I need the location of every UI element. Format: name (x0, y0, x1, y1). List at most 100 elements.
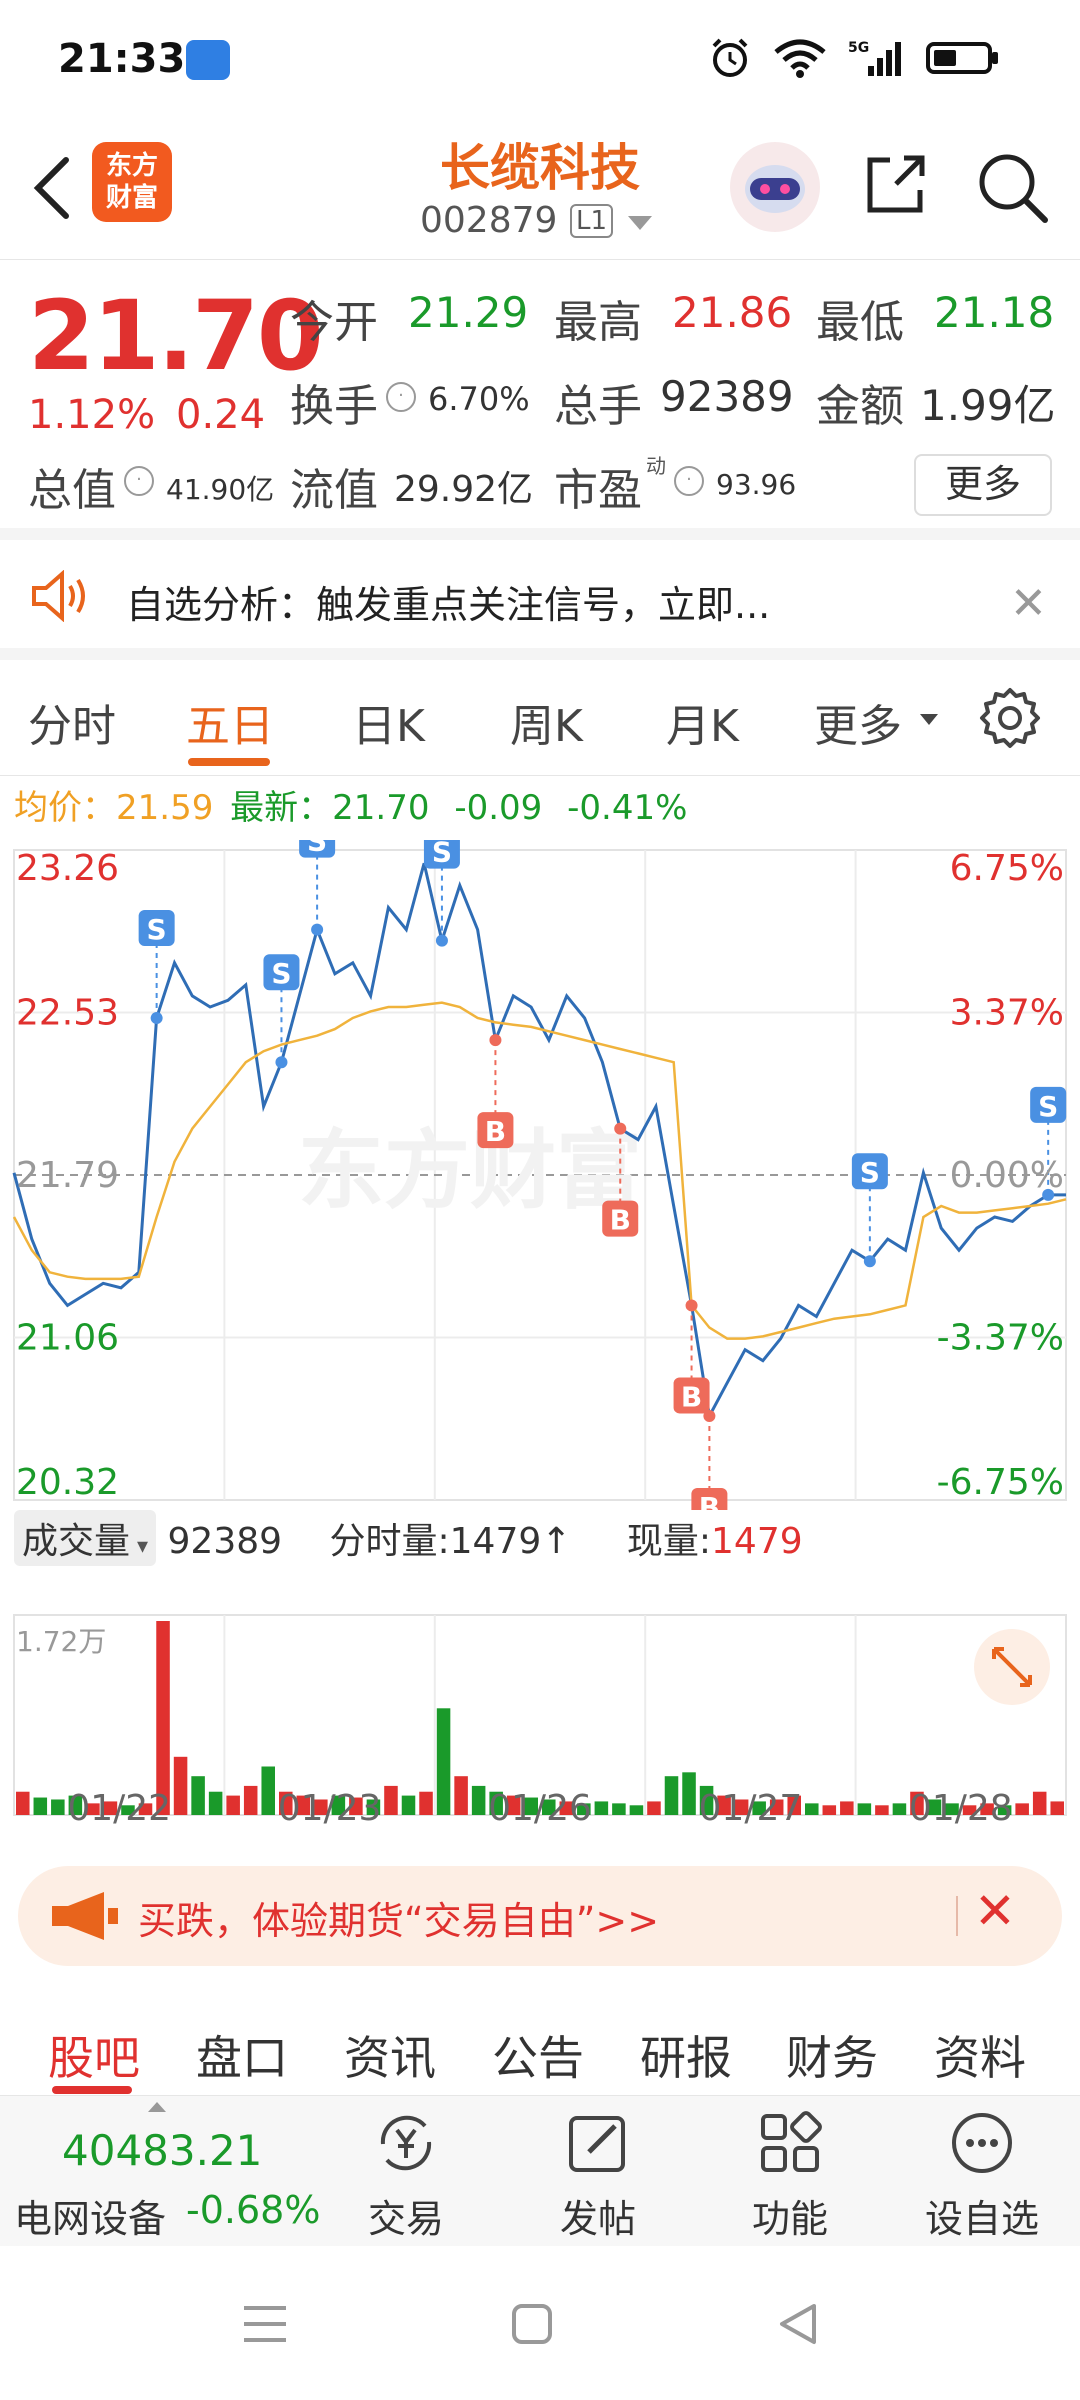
sector-index-name[interactable]: 电网设备 (14, 2188, 166, 2243)
back-arrow-icon (33, 157, 69, 219)
menu-icon[interactable] (240, 2302, 290, 2346)
volume-value: 92389 (660, 372, 794, 421)
function-button[interactable]: 功能 (720, 2108, 860, 2243)
promo-text[interactable]: 买跌，体验期货“交易自由”>> (138, 1890, 659, 1945)
back-triangle-icon[interactable] (776, 2300, 820, 2348)
stock-code[interactable]: 002879 (420, 200, 557, 241)
current-price: 21.70 (28, 280, 324, 392)
home-icon[interactable] (510, 2302, 554, 2346)
active-tab-indicator (188, 758, 270, 766)
tab-more[interactable]: 更多 (814, 690, 902, 754)
market-cap-info-icon[interactable]: · (124, 466, 154, 496)
level-badge[interactable]: L1 (570, 204, 614, 238)
promo-close-icon[interactable]: ✕ (974, 1882, 1016, 1940)
x-axis-date-label: 01/27 (699, 1788, 803, 1829)
tab-pankou[interactable]: 盘口 (196, 2022, 288, 2088)
pe-dynamic-mark: 动 (646, 454, 666, 478)
svg-text:B: B (699, 1491, 720, 1510)
y-axis-price-label: 21.06 (16, 1318, 119, 1359)
app-logo[interactable]: 东方 财富 (92, 142, 172, 222)
chevron-down-icon[interactable] (628, 216, 652, 230)
ai-robot-button[interactable] (730, 142, 820, 232)
tab-intraday[interactable]: 分时 (28, 690, 116, 754)
buy-marker[interactable]: B (673, 1299, 710, 1414)
stock-name: 长缆科技 (440, 139, 640, 197)
post-button[interactable]: 发帖 (528, 2108, 668, 2243)
tab-finance[interactable]: 财务 (786, 2022, 878, 2088)
bottom-toolbar: 40483.21 电网设备 -0.68% 交易 发帖 功能 设自选 (0, 2096, 1080, 2246)
svg-text:B: B (681, 1380, 702, 1413)
y-axis-price-label: 22.53 (16, 993, 119, 1034)
trade-yen-icon (380, 2115, 432, 2171)
add-watchlist-button[interactable]: 设自选 (912, 2108, 1052, 2243)
tab-daily-k[interactable]: 日K (352, 690, 425, 754)
amount-value: 1.99亿 (920, 381, 1056, 430)
pe-label: 市盈 (554, 465, 642, 516)
tab-announcements[interactable]: 公告 (492, 2022, 584, 2088)
low-label: 最低 (816, 297, 904, 348)
alarm-icon (712, 38, 748, 77)
latest-label: 最新： (230, 788, 333, 828)
pe-info-icon[interactable]: · (674, 466, 704, 496)
turnover-info-icon[interactable]: · (386, 382, 416, 412)
index-expand-icon[interactable] (148, 2102, 166, 2112)
buy-marker[interactable]: B (691, 1409, 728, 1510)
sector-index-value[interactable]: 40483.21 (62, 2126, 262, 2175)
five-day-price-chart[interactable]: 东方财富 S S S S B B B B S S 23.26 22.53 21.79 21.06 20.3… (0, 840, 1080, 1510)
tab-news[interactable]: 资讯 (344, 2022, 436, 2088)
y-axis-percent-label: 3.37% (950, 993, 1064, 1034)
y-axis-percent-label: -6.75% (937, 1462, 1064, 1503)
change-amount: 0.24 (176, 392, 266, 438)
wifi-icon (774, 39, 826, 78)
tab-guba[interactable]: 股吧 (48, 2022, 140, 2088)
market-cap-label: 总值 (28, 465, 116, 516)
settings-gear-icon[interactable] (978, 686, 1042, 750)
avg-value: 21.59 (116, 788, 214, 828)
search-button[interactable] (975, 150, 1050, 225)
share-button[interactable] (860, 150, 930, 220)
promo-banner[interactable]: 买跌，体验期货“交易自由”>> ✕ (18, 1866, 1062, 1966)
high-label: 最高 (554, 297, 642, 348)
turnover-value: 6.70% (428, 380, 530, 418)
logo-line2: 财富 (105, 183, 158, 213)
sell-marker[interactable]: S (423, 840, 460, 947)
sell-marker[interactable]: S (851, 1153, 888, 1268)
date-axis: 01/22 01/23 01/26 01/27 01/28 (67, 1788, 1012, 1829)
notice-text[interactable]: 自选分析：触发重点关注信号，立即... (126, 574, 770, 629)
sell-marker[interactable]: S (138, 910, 175, 1025)
current-volume-label: 现量: (626, 1521, 712, 1562)
buy-marker[interactable]: B (477, 1034, 514, 1149)
status-icons: 5G (708, 36, 1000, 80)
tab-monthly-k[interactable]: 月K (666, 690, 739, 754)
chart-watermark: 东方财富 (298, 1121, 642, 1221)
change-percent: 1.12% (28, 392, 156, 438)
open-label: 今开 (290, 297, 378, 348)
quote-panel: 21.70 1.12% 0.24 今开 21.29 最高 21.86 最低 21… (0, 260, 1080, 540)
tab-weekly-k[interactable]: 周K (510, 690, 583, 754)
volume-indicator-select[interactable]: 成交量 ▾ (14, 1510, 157, 1566)
robot-icon (745, 165, 805, 213)
open-value: 21.29 (408, 288, 529, 337)
svg-text:5G: 5G (848, 40, 869, 56)
status-time: 21:33 (58, 36, 186, 82)
tab-five-day[interactable]: 五日 (186, 690, 274, 754)
latest-change: -0.09 (454, 788, 543, 828)
expand-button[interactable] (974, 1629, 1050, 1705)
post-label: 发帖 (559, 2197, 636, 2241)
x-axis-date-label: 01/26 (488, 1788, 592, 1829)
latest-percent: -0.41% (567, 788, 688, 828)
sector-index-change: -0.68% (186, 2188, 321, 2232)
notice-bar[interactable]: 自选分析：触发重点关注信号，立即... ✕ (0, 540, 1080, 660)
close-icon[interactable]: ✕ (1010, 578, 1047, 629)
low-value: 21.18 (934, 288, 1055, 337)
back-button[interactable] (24, 148, 84, 228)
trade-button[interactable]: 交易 (336, 2108, 476, 2243)
more-button[interactable]: 更多 (914, 454, 1052, 516)
high-value: 21.86 (672, 288, 793, 337)
tab-profile[interactable]: 资料 (934, 2022, 1026, 2088)
tab-research[interactable]: 研报 (640, 2022, 732, 2088)
search-icon (979, 154, 1048, 223)
turnover-label: 换手 (290, 381, 378, 432)
sell-marker[interactable]: S (299, 840, 336, 936)
volume-max-label: 1.72万 (16, 1625, 106, 1658)
